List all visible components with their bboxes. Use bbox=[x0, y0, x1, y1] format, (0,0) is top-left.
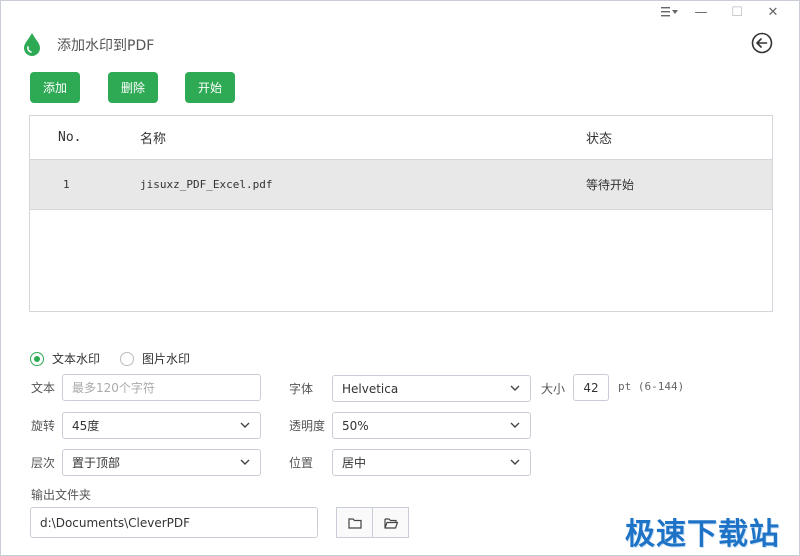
folder-icon bbox=[347, 517, 362, 529]
chevron-down-icon bbox=[240, 459, 250, 465]
column-header-no[interactable]: No. bbox=[58, 116, 81, 159]
delete-button[interactable]: 删除 bbox=[108, 72, 158, 103]
menu-icon[interactable] bbox=[657, 3, 683, 21]
folder-open-icon bbox=[383, 517, 398, 529]
chevron-down-icon bbox=[510, 459, 520, 465]
opacity-select[interactable]: 50% bbox=[332, 412, 531, 439]
rotate-label: 旋转 bbox=[31, 419, 56, 433]
rotate-value: 45度 bbox=[72, 419, 100, 433]
chevron-down-icon bbox=[510, 422, 520, 428]
text-watermark-radio[interactable] bbox=[30, 351, 44, 366]
layer-select[interactable]: 置于顶部 bbox=[62, 449, 261, 476]
layer-label: 层次 bbox=[31, 456, 56, 470]
position-label: 位置 bbox=[289, 456, 314, 470]
add-button[interactable]: 添加 bbox=[30, 72, 80, 103]
rotate-select[interactable]: 45度 bbox=[62, 412, 261, 439]
font-label: 字体 bbox=[289, 382, 314, 396]
size-unit: pt (6-144) bbox=[618, 380, 685, 393]
minimize-button[interactable]: — bbox=[683, 3, 719, 21]
watermark-mode: 文本水印 图片水印 bbox=[30, 350, 210, 367]
water-drop-icon bbox=[24, 33, 40, 56]
font-value: Helvetica bbox=[342, 381, 399, 396]
app-window: — ☐ ✕ 添加水印到PDF 添加 删除 开始 No. 名称 状态 1 jisu… bbox=[0, 0, 800, 556]
table-row[interactable]: 1 jisuxz_PDF_Excel.pdf 等待开始 bbox=[30, 160, 772, 210]
column-header-status[interactable]: 状态 bbox=[586, 116, 612, 159]
size-label: 大小 bbox=[541, 382, 566, 396]
maximize-button[interactable]: ☐ bbox=[719, 3, 755, 21]
site-watermark: 极速下载站 bbox=[625, 517, 780, 552]
text-input[interactable] bbox=[72, 380, 260, 395]
output-folder-label: 输出文件夹 bbox=[31, 488, 92, 502]
position-value: 居中 bbox=[342, 456, 367, 470]
opacity-label: 透明度 bbox=[289, 419, 326, 433]
table-header: No. 名称 状态 bbox=[30, 116, 772, 160]
image-watermark-label[interactable]: 图片水印 bbox=[142, 350, 190, 367]
image-watermark-radio[interactable] bbox=[120, 351, 135, 366]
text-label: 文本 bbox=[31, 381, 56, 395]
text-field[interactable] bbox=[62, 374, 261, 401]
text-watermark-label[interactable]: 文本水印 bbox=[52, 350, 100, 367]
close-button[interactable]: ✕ bbox=[755, 3, 791, 21]
font-select[interactable]: Helvetica bbox=[332, 375, 531, 402]
size-input[interactable]: 42 bbox=[573, 374, 609, 401]
row-file-name: jisuxz_PDF_Excel.pdf bbox=[140, 178, 273, 191]
output-folder-input[interactable]: d:\Documents\CleverPDF bbox=[30, 507, 318, 538]
chevron-down-icon bbox=[510, 385, 520, 391]
start-button[interactable]: 开始 bbox=[185, 72, 235, 103]
column-header-name[interactable]: 名称 bbox=[140, 116, 166, 159]
open-folder-button[interactable] bbox=[372, 507, 409, 538]
file-table: No. 名称 状态 1 jisuxz_PDF_Excel.pdf 等待开始 bbox=[29, 115, 773, 312]
browse-folder-button[interactable] bbox=[336, 507, 373, 538]
back-arrow-icon[interactable] bbox=[751, 32, 773, 54]
window-controls: — ☐ ✕ bbox=[657, 3, 791, 21]
layer-value: 置于顶部 bbox=[72, 456, 121, 470]
opacity-value: 50% bbox=[342, 418, 369, 433]
page-title: 添加水印到PDF bbox=[57, 38, 155, 54]
row-number: 1 bbox=[63, 178, 70, 191]
position-select[interactable]: 居中 bbox=[332, 449, 531, 476]
row-status: 等待开始 bbox=[586, 178, 635, 192]
chevron-down-icon bbox=[240, 422, 250, 428]
